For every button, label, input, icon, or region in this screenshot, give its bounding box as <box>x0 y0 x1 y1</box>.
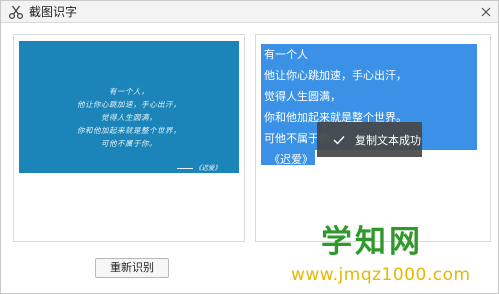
recognize-again-button[interactable]: 重新识别 <box>95 258 169 278</box>
watermark-title: 学知网 <box>321 224 423 260</box>
result-line: 觉得人生圆满， <box>264 90 341 103</box>
ocr-window: 截图识字 有一个人， 他让你心跳加速，手心出汗， 觉得人生圆满， 你和他加起来就… <box>0 0 499 294</box>
check-icon <box>333 135 345 145</box>
scissors-icon <box>8 4 24 20</box>
result-line: 有一个人 <box>264 48 308 61</box>
window-title: 截图识字 <box>29 5 78 19</box>
handwritten-line: 他让你心跳加速，手心出汗， <box>77 100 181 109</box>
title-bar: 截图识字 <box>1 1 498 23</box>
handwritten-line: 觉得人生圆满， <box>101 113 157 122</box>
result-line: 他让你心跳加速，手心出汗， <box>264 69 407 82</box>
watermark-url: www.jmqz1000.com <box>291 265 471 285</box>
source-image-panel: 有一个人， 他让你心跳加速，手心出汗， 觉得人生圆满， 你和他加起来就是整个世界… <box>13 34 245 242</box>
handwritten-line: 可他不属于你。 <box>101 139 157 148</box>
handwritten-line: 你和他加起来就是整个世界， <box>77 126 181 135</box>
toast-text: 复制文本成功 <box>355 133 421 147</box>
handwritten-signature: 《迟爱》 <box>177 162 221 172</box>
copy-success-toast: 复制文本成功 <box>317 122 422 157</box>
watermark-logo: 学知网 www.jmqz1000.com <box>291 223 496 293</box>
handwritten-line: 有一个人， <box>109 87 149 96</box>
close-button[interactable] <box>477 3 495 21</box>
handwritten-text: 有一个人， 他让你心跳加速，手心出汗， 觉得人生圆满， 你和他加起来就是整个世界… <box>19 85 239 150</box>
captured-image: 有一个人， 他让你心跳加速，手心出汗， 觉得人生圆满， 你和他加起来就是整个世界… <box>19 41 239 173</box>
close-icon <box>481 7 491 17</box>
